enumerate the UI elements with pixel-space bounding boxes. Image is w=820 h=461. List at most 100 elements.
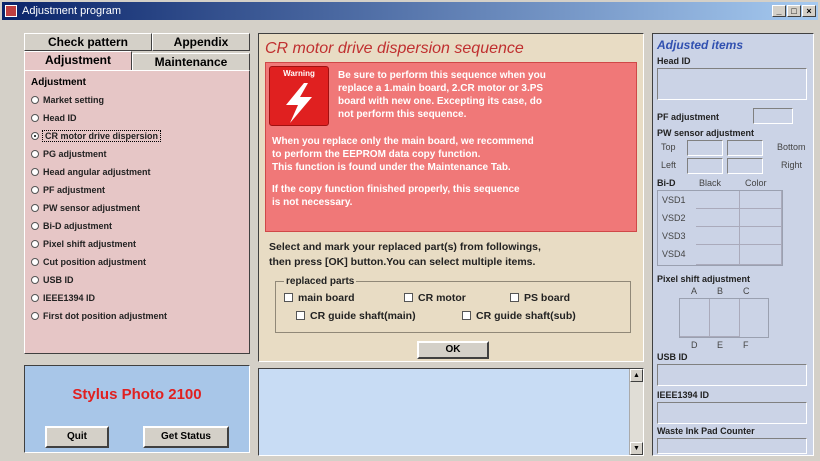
radio-option[interactable]: PF adjustment — [31, 183, 105, 197]
vsd1-label: VSD1 — [662, 195, 686, 205]
get-status-button[interactable]: Get Status — [143, 426, 229, 448]
radio-option[interactable]: Market setting — [31, 93, 104, 107]
bi-d-cell — [696, 191, 740, 209]
checkbox-box[interactable] — [462, 310, 471, 320]
checkbox-box[interactable] — [284, 292, 293, 302]
radio-button[interactable] — [31, 131, 39, 140]
radio-label: USB ID — [43, 275, 74, 285]
pixel-shift-col-e: E — [717, 340, 724, 350]
bi-d-label: Bi-D — [657, 178, 676, 188]
radio-button[interactable] — [31, 239, 39, 248]
radio-option[interactable]: PG adjustment — [31, 147, 107, 161]
warning-line: not perform this sequence. — [338, 109, 467, 120]
quit-button[interactable]: Quit — [45, 426, 109, 448]
warning-icon-label: Warning — [283, 69, 315, 78]
warning-box: Warning Be sure to perform this sequence… — [265, 62, 637, 232]
radio-option[interactable]: CR motor drive dispersion — [31, 129, 162, 143]
warning-line: board with new one. Excepting its case, … — [338, 96, 542, 107]
radio-button[interactable] — [31, 257, 39, 266]
radio-button[interactable] — [31, 185, 39, 194]
vsd3-label: VSD3 — [662, 231, 686, 241]
warning-line: Be sure to perform this sequence when yo… — [338, 70, 546, 81]
pw-right-label: Right — [781, 160, 803, 170]
radio-label: PW sensor adjustment — [43, 203, 141, 213]
output-text-area[interactable]: ▲ ▼ — [258, 368, 644, 456]
vertical-scrollbar[interactable]: ▲ ▼ — [629, 369, 643, 455]
ok-button[interactable]: OK — [417, 341, 489, 359]
radio-option[interactable]: First dot position adjustment — [31, 309, 167, 323]
bi-d-cell — [740, 227, 782, 245]
scroll-down-arrow-icon[interactable]: ▼ — [630, 442, 643, 455]
pixel-shift-col-a: A — [691, 286, 698, 296]
radio-label: Market setting — [43, 95, 105, 105]
note2-line: is not necessary. — [272, 197, 353, 208]
radio-label: Pixel shift adjustment — [43, 239, 137, 249]
radio-option[interactable]: Cut position adjustment — [31, 255, 146, 269]
warning-line: replace a 1.main board, 2.CR motor or 3.… — [338, 83, 544, 94]
pixel-shift-col-f: F — [743, 340, 749, 350]
radio-button[interactable] — [31, 293, 39, 302]
pixel-shift-grid — [679, 298, 769, 338]
lightning-icon — [286, 83, 312, 123]
checkbox-cr-guide-shaft-sub[interactable]: CR guide shaft(sub) — [462, 310, 576, 322]
adjusted-items-panel: Adjusted items Head ID PF adjustment PW … — [652, 33, 814, 456]
radio-option[interactable]: IEEE1394 ID — [31, 291, 95, 305]
sequence-title: CR motor drive dispersion sequence — [265, 40, 524, 57]
bi-d-cell — [696, 227, 740, 245]
radio-label: Head angular adjustment — [43, 167, 151, 177]
adjusted-items-title: Adjusted items — [657, 38, 744, 52]
note-line: When you replace only the main board, we… — [272, 136, 534, 147]
radio-option[interactable]: Bi-D adjustment — [31, 219, 112, 233]
radio-label: Bi-D adjustment — [43, 221, 113, 231]
minimize-button[interactable]: _ — [772, 5, 786, 17]
instruction-text: Select and mark your replaced part(s) fr… — [269, 240, 639, 270]
radio-button[interactable] — [31, 203, 39, 212]
tab-check-pattern[interactable]: Check pattern — [24, 33, 152, 51]
radio-option[interactable]: PW sensor adjustment — [31, 201, 140, 215]
radio-button[interactable] — [31, 311, 39, 320]
pixel-shift-cell — [710, 299, 740, 337]
sequence-panel: CR motor drive dispersion sequence Warni… — [258, 33, 644, 362]
model-panel: Stylus Photo 2100 Quit Get Status — [24, 365, 250, 453]
bi-d-black-label: Black — [699, 178, 722, 188]
radio-option[interactable]: Head ID — [31, 111, 77, 125]
radio-button[interactable] — [31, 167, 39, 176]
radio-button[interactable] — [31, 275, 39, 284]
radio-button[interactable] — [31, 221, 39, 230]
checkbox-cr-guide-shaft-main[interactable]: CR guide shaft(main) — [296, 310, 416, 322]
radio-button[interactable] — [31, 149, 39, 158]
pw-left-field — [687, 158, 723, 174]
checkbox-ps-board[interactable]: PS board — [510, 292, 570, 304]
note2-line: If the copy function finished properly, … — [272, 184, 520, 195]
radio-button[interactable] — [31, 113, 39, 122]
usb-id-label: USB ID — [657, 352, 688, 362]
bi-d-cell — [740, 245, 782, 265]
warning-icon: Warning — [269, 66, 329, 126]
radio-option[interactable]: Pixel shift adjustment — [31, 237, 136, 251]
usb-id-field — [657, 364, 807, 386]
bi-d-cell — [696, 209, 740, 227]
radio-label: Cut position adjustment — [43, 257, 146, 267]
tab-maintenance[interactable]: Maintenance — [132, 53, 250, 71]
checkbox-label: CR guide shaft(sub) — [476, 310, 576, 322]
head-id-label: Head ID — [657, 56, 691, 66]
checkbox-cr-motor[interactable]: CR motor — [404, 292, 466, 304]
pw-right-field — [727, 158, 763, 174]
radio-label: PG adjustment — [43, 149, 107, 159]
pixel-shift-label: Pixel shift adjustment — [657, 274, 751, 284]
maximize-button[interactable]: □ — [787, 5, 801, 17]
tab-adjustment[interactable]: Adjustment — [24, 51, 132, 71]
tab-appendix[interactable]: Appendix — [152, 33, 250, 51]
checkbox-box[interactable] — [510, 292, 519, 302]
close-button[interactable]: × — [802, 5, 816, 17]
scroll-up-arrow-icon[interactable]: ▲ — [630, 369, 643, 382]
radio-option[interactable]: USB ID — [31, 273, 74, 287]
radio-button[interactable] — [31, 95, 39, 104]
title-bar[interactable]: Adjustment program _ □ × — [2, 2, 818, 20]
checkbox-main-board[interactable]: main board — [284, 292, 355, 304]
radio-option[interactable]: Head angular adjustment — [31, 165, 151, 179]
radio-label: Head ID — [43, 113, 77, 123]
pw-top-field — [687, 140, 723, 156]
checkbox-box[interactable] — [296, 310, 305, 320]
checkbox-box[interactable] — [404, 292, 413, 302]
